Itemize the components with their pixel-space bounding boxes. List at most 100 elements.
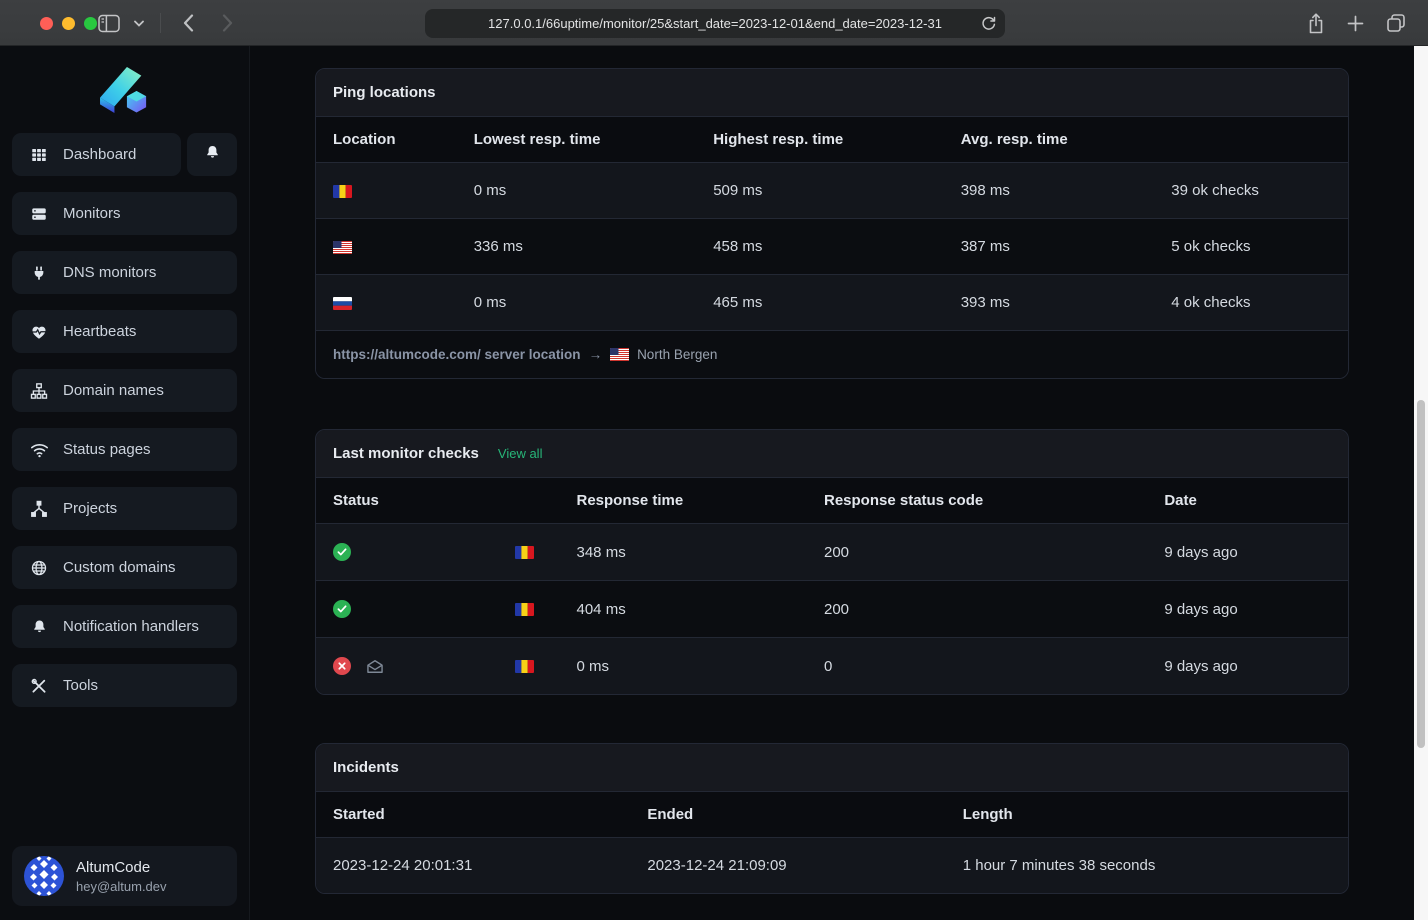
url-text: 127.0.0.1/66uptime/monitor/25&start_date… <box>488 16 942 31</box>
incidents-card: Incidents Started Ended Length 2023-12-2… <box>315 743 1349 894</box>
romania-flag-icon <box>515 603 534 616</box>
incident-started: 2023-12-24 20:01:31 <box>333 838 647 893</box>
view-all-link[interactable]: View all <box>498 446 543 461</box>
table-row: 404 ms 200 9 days ago <box>316 581 1348 638</box>
sidebar-item-tools[interactable]: Tools <box>12 664 237 707</box>
check-date: 9 days ago <box>1164 639 1331 694</box>
highest-resp-time: 509 ms <box>713 163 961 218</box>
altumcode-logo[interactable] <box>12 46 237 133</box>
sidebar-item-dns-monitors[interactable]: DNS monitors <box>12 251 237 294</box>
new-tab-icon[interactable] <box>1347 15 1364 32</box>
table-row: 0 ms 509 ms 398 ms 39 ok checks <box>316 163 1348 219</box>
notifications-button[interactable] <box>187 133 237 176</box>
table-row: 0 ms 0 9 days ago <box>316 638 1348 694</box>
column-header: Date <box>1164 478 1331 523</box>
column-header: Location <box>333 117 474 162</box>
sidebar-item-label: Projects <box>63 500 117 517</box>
column-header: Avg. resp. time <box>961 117 1172 162</box>
heart-pulse-icon <box>29 323 49 341</box>
status-ok-icon <box>333 600 351 618</box>
column-header: Length <box>963 792 1331 837</box>
zoom-window-button[interactable] <box>84 17 97 30</box>
table-row: 336 ms 458 ms 387 ms 5 ok checks <box>316 219 1348 275</box>
sidebar-toggle-icon[interactable] <box>98 14 120 33</box>
highest-resp-time: 458 ms <box>713 219 961 274</box>
sidebar-item-label: Domain names <box>63 382 164 399</box>
globe-icon <box>29 559 49 577</box>
scrollbar-thumb[interactable] <box>1417 400 1425 748</box>
check-date: 9 days ago <box>1164 582 1331 637</box>
minimize-window-button[interactable] <box>62 17 75 30</box>
sidebar-item-domain-names[interactable]: Domain names <box>12 369 237 412</box>
column-header: Response time <box>577 478 825 523</box>
sidebar-item-notification-handlers[interactable]: Notification handlers <box>12 605 237 648</box>
response-time: 404 ms <box>577 582 825 637</box>
column-header: Lowest resp. time <box>474 117 714 162</box>
share-icon[interactable] <box>1307 13 1325 34</box>
sidebar-item-label: Custom domains <box>63 559 176 576</box>
sidebar-item-projects[interactable]: Projects <box>12 487 237 530</box>
sitemap-icon <box>29 382 49 400</box>
address-bar[interactable]: 127.0.0.1/66uptime/monitor/25&start_date… <box>425 9 1005 38</box>
sidebar: Dashboard Monitors <box>0 46 250 920</box>
column-header: Highest resp. time <box>713 117 961 162</box>
user-email: hey@altum.dev <box>76 879 167 894</box>
user-account-card[interactable]: AltumCode hey@altum.dev <box>12 846 237 906</box>
user-name: AltumCode <box>76 859 167 876</box>
response-status-code: 200 <box>824 525 1164 580</box>
ping-locations-card: Ping locations Location Lowest resp. tim… <box>315 68 1349 379</box>
card-title: Ping locations <box>333 84 436 101</box>
usa-flag-icon <box>333 241 352 254</box>
usa-flag-icon <box>610 348 629 361</box>
chevron-down-icon[interactable] <box>134 20 144 27</box>
last-monitor-checks-card: Last monitor checks View all Status Resp… <box>315 429 1349 695</box>
wifi-icon <box>29 441 49 458</box>
sidebar-item-heartbeats[interactable]: Heartbeats <box>12 310 237 353</box>
avatar <box>24 856 64 896</box>
tab-overview-icon[interactable] <box>1386 13 1406 33</box>
scrollbar-track[interactable] <box>1414 46 1428 920</box>
back-button-icon[interactable] <box>183 14 194 32</box>
plug-icon <box>29 264 49 282</box>
response-time: 0 ms <box>577 639 825 694</box>
table-row: 0 ms 465 ms 393 ms 4 ok checks <box>316 275 1348 330</box>
avg-resp-time: 393 ms <box>961 275 1172 330</box>
lowest-resp-time: 0 ms <box>474 163 714 218</box>
server-location-label: https://altumcode.com/ server location <box>333 347 581 362</box>
column-header: Started <box>333 792 647 837</box>
window-controls <box>40 17 97 30</box>
sidebar-item-monitors[interactable]: Monitors <box>12 192 237 235</box>
romania-flag-icon <box>515 660 534 673</box>
sidebar-item-label: Heartbeats <box>63 323 136 340</box>
status-error-icon <box>333 657 351 675</box>
check-date: 9 days ago <box>1164 525 1331 580</box>
response-time: 348 ms <box>577 525 825 580</box>
browser-toolbar: 127.0.0.1/66uptime/monitor/25&start_date… <box>0 0 1428 46</box>
table-row: 348 ms 200 9 days ago <box>316 524 1348 581</box>
close-window-button[interactable] <box>40 17 53 30</box>
response-status-code: 0 <box>824 639 1164 694</box>
sidebar-item-status-pages[interactable]: Status pages <box>12 428 237 471</box>
bell-icon <box>29 618 49 636</box>
server-location-value: North Bergen <box>637 347 717 362</box>
sidebar-item-custom-domains[interactable]: Custom domains <box>12 546 237 589</box>
tools-icon <box>29 677 49 695</box>
sidebar-item-label: DNS monitors <box>63 264 156 281</box>
incident-length: 1 hour 7 minutes 38 seconds <box>963 838 1331 893</box>
checks-table-header: Status Response time Response status cod… <box>316 478 1348 524</box>
russia-flag-icon <box>333 297 352 310</box>
lowest-resp-time: 336 ms <box>474 219 714 274</box>
sidebar-item-dashboard[interactable]: Dashboard <box>12 133 181 176</box>
column-header: Response status code <box>824 478 1164 523</box>
forward-button-icon[interactable] <box>222 14 233 32</box>
network-nodes-icon <box>29 500 49 518</box>
column-header: Status <box>333 478 577 523</box>
response-status-code: 200 <box>824 582 1164 637</box>
sidebar-item-label: Monitors <box>63 205 121 222</box>
status-ok-icon <box>333 543 351 561</box>
reload-icon[interactable] <box>981 15 996 34</box>
sidebar-item-label: Notification handlers <box>63 618 199 635</box>
arrow-right-icon: → <box>589 347 603 362</box>
avg-resp-time: 387 ms <box>961 219 1172 274</box>
sidebar-item-label: Status pages <box>63 441 151 458</box>
